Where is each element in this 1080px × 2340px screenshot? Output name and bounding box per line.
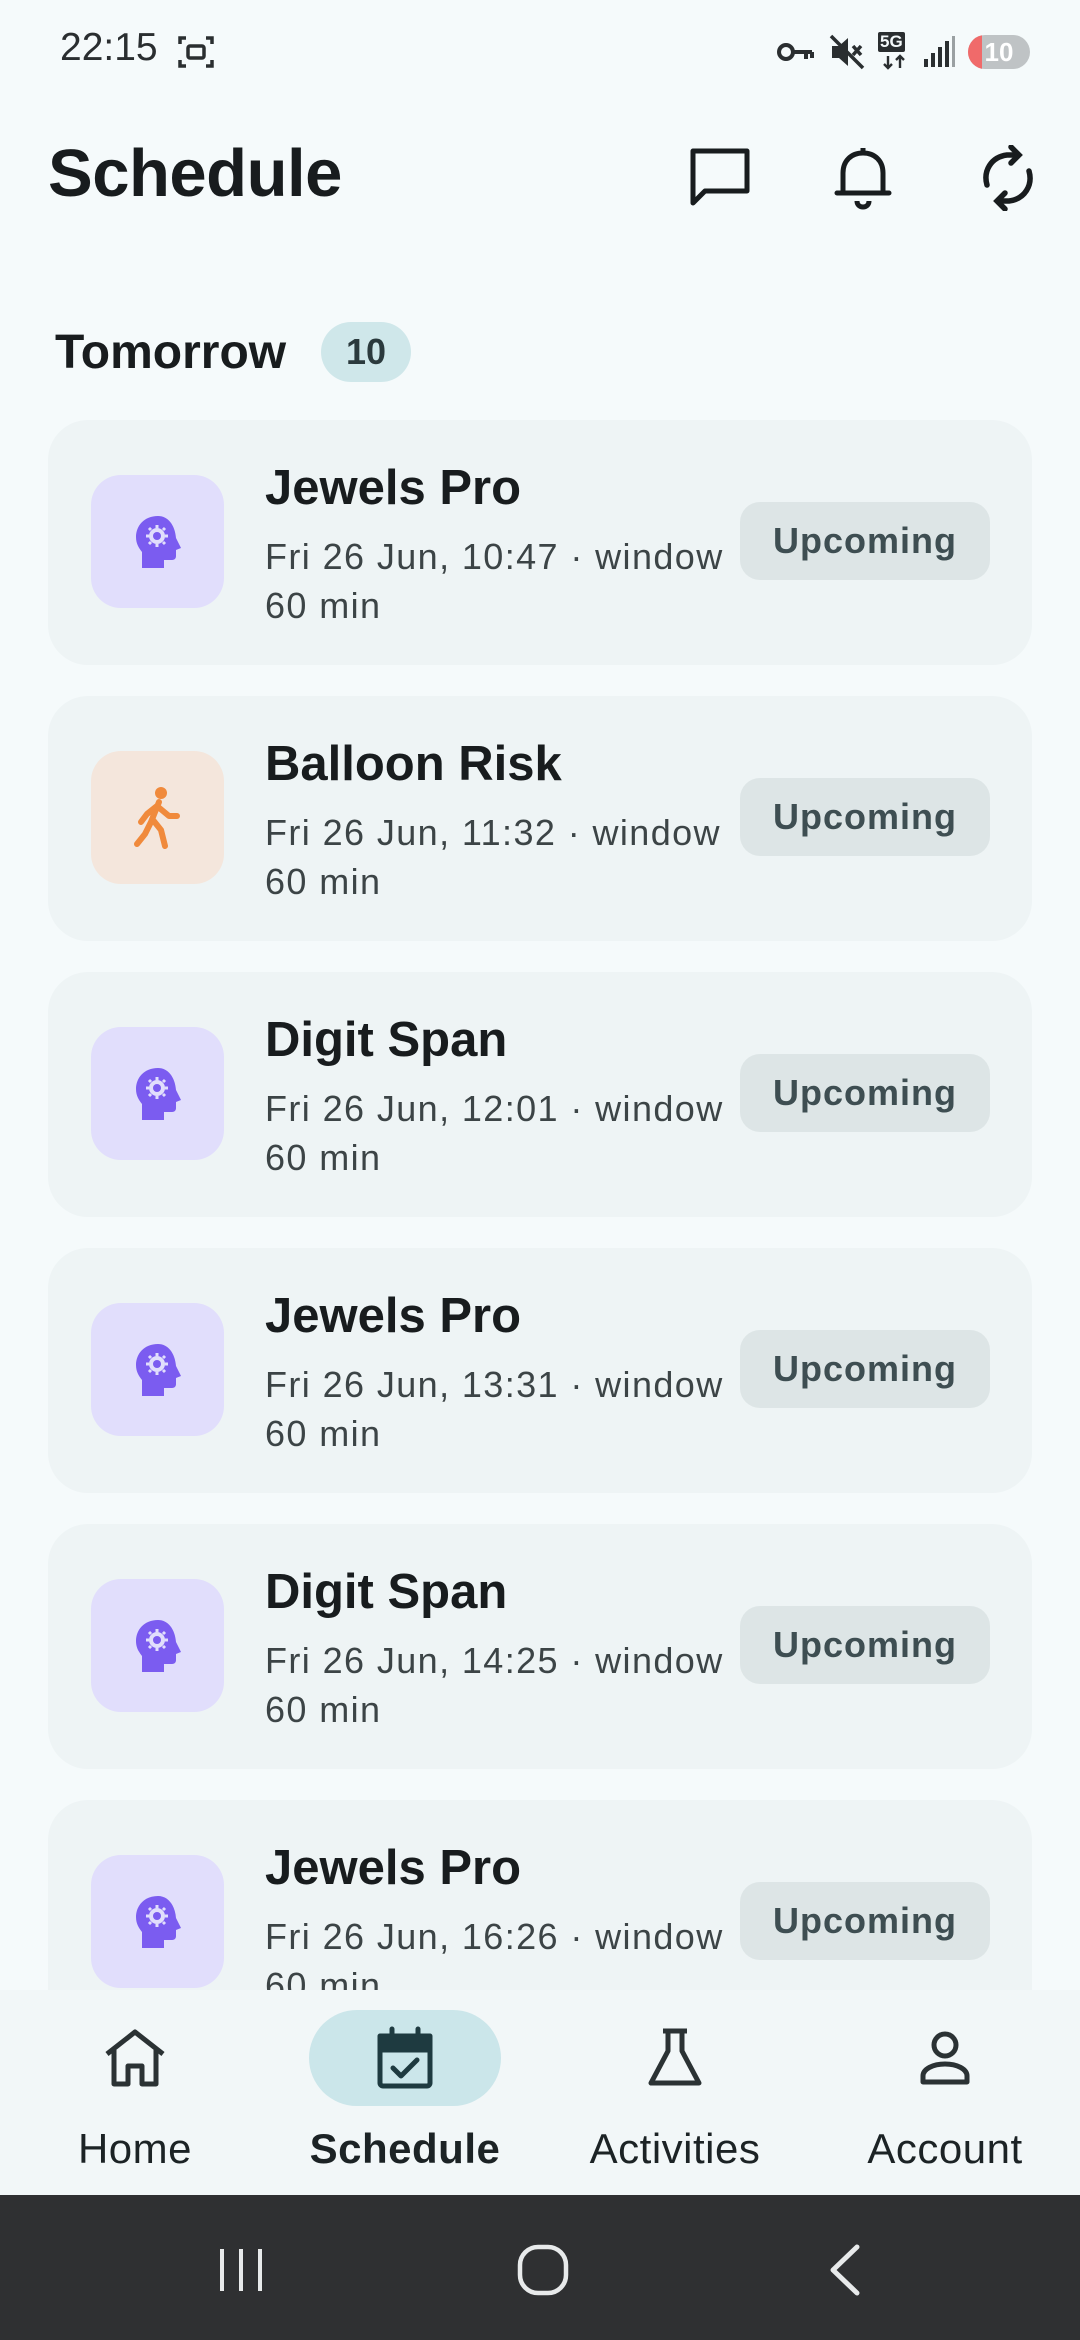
list-item[interactable]: Digit Span Fri 26 Jun, 12:01 · window 60… — [48, 972, 1032, 1217]
vpn-key-icon — [777, 43, 814, 61]
activity-title: Jewels Pro — [265, 461, 522, 515]
schedule-list[interactable]: Jewels Pro Fri 26 Jun, 10:47 · window 60… — [0, 400, 1080, 1990]
activity-tile — [91, 1855, 224, 1988]
walking-person-icon — [133, 786, 180, 849]
brain-gear-icon — [135, 1343, 181, 1396]
list-item[interactable]: Jewels Pro Fri 26 Jun, 13:31 · window 60… — [48, 1248, 1032, 1493]
chat-bubble-icon — [690, 148, 750, 206]
home-system-button[interactable] — [503, 2230, 583, 2310]
activity-title: Jewels Pro — [265, 1841, 522, 1895]
activity-title: Balloon Risk — [265, 737, 562, 791]
sync-icon — [983, 145, 1033, 211]
activity-title: Digit Span — [265, 1565, 508, 1619]
notifications-button[interactable] — [825, 140, 901, 216]
bottom-nav: Home Schedule Activities Account — [0, 1990, 1080, 2195]
section-title: Tomorrow — [55, 326, 287, 379]
activity-title: Jewels Pro — [265, 1289, 522, 1343]
sync-button[interactable] — [970, 140, 1046, 216]
count-badge: 10 — [321, 322, 411, 382]
nav-label: Account — [867, 2125, 1023, 2172]
status-badge: Upcoming — [740, 1606, 990, 1684]
recents-icon — [220, 2249, 262, 2291]
network-type: 5G — [878, 32, 905, 52]
list-item[interactable]: Digit Span Fri 26 Jun, 14:25 · window 60… — [48, 1524, 1032, 1769]
home-icon — [97, 2020, 173, 2096]
messages-button[interactable] — [682, 140, 758, 216]
nav-item-home[interactable]: Home — [0, 1990, 270, 2195]
page-title: Schedule — [48, 136, 342, 211]
battery-level: 10 — [984, 36, 1014, 67]
nav-item-schedule[interactable]: Schedule — [270, 1990, 540, 2195]
back-chevron-icon — [830, 2244, 860, 2296]
nav-label: Schedule — [309, 2125, 501, 2172]
brain-gear-icon — [135, 1895, 181, 1948]
status-badge: Upcoming — [740, 1330, 990, 1408]
system-nav-bar — [0, 2195, 1080, 2340]
list-item[interactable]: Jewels Pro Fri 26 Jun, 10:47 · window 60… — [48, 420, 1032, 665]
screenshot-icon — [176, 32, 216, 72]
status-badge: Upcoming — [740, 1054, 990, 1132]
back-button[interactable] — [805, 2230, 885, 2310]
mute-icon — [829, 34, 865, 70]
status-icons: 5G 10 — [776, 30, 1030, 74]
brain-gear-icon — [135, 515, 181, 568]
activity-time: Fri 26 Jun, 16:26 · window 60 min — [265, 1916, 724, 1990]
activity-time: Fri 26 Jun, 14:25 · window 60 min — [265, 1640, 724, 1730]
bell-icon — [834, 148, 892, 210]
activity-title: Digit Span — [265, 1013, 508, 1067]
list-item[interactable]: Jewels Pro Fri 26 Jun, 16:26 · window 60… — [48, 1800, 1032, 1990]
activity-time: Fri 26 Jun, 12:01 · window 60 min — [265, 1088, 724, 1178]
status-badge: Upcoming — [740, 1882, 990, 1960]
home-circle-icon — [517, 2244, 569, 2296]
list-item[interactable]: Balloon Risk Fri 26 Jun, 11:32 · window … — [48, 696, 1032, 941]
nav-item-activities[interactable]: Activities — [540, 1990, 810, 2195]
signal-icon — [924, 36, 955, 67]
status-badge: Upcoming — [740, 778, 990, 856]
recents-button[interactable] — [201, 2230, 281, 2310]
brain-gear-icon — [135, 1067, 181, 1120]
activity-tile — [91, 1579, 224, 1712]
status-bar: 22:15 5G 10 — [0, 0, 1080, 105]
flask-icon — [637, 2020, 713, 2096]
status-badge: Upcoming — [740, 502, 990, 580]
activity-time: Fri 26 Jun, 11:32 · window 60 min — [265, 812, 721, 902]
activity-tile — [91, 1027, 224, 1160]
status-time: 22:15 — [60, 26, 158, 69]
nav-label: Activities — [589, 2125, 761, 2172]
activity-time: Fri 26 Jun, 13:31 · window 60 min — [265, 1364, 724, 1454]
network-type-icon: 5G — [878, 32, 910, 72]
battery-indicator: 10 — [968, 35, 1030, 69]
person-icon — [907, 2020, 983, 2096]
nav-label: Home — [77, 2125, 193, 2172]
nav-item-account[interactable]: Account — [810, 1990, 1080, 2195]
activity-time: Fri 26 Jun, 10:47 · window 60 min — [265, 536, 724, 626]
brain-gear-icon — [135, 1619, 181, 1672]
activity-tile — [91, 751, 224, 884]
calendar-check-icon — [367, 2020, 443, 2096]
activity-tile — [91, 475, 224, 608]
activity-tile — [91, 1303, 224, 1436]
